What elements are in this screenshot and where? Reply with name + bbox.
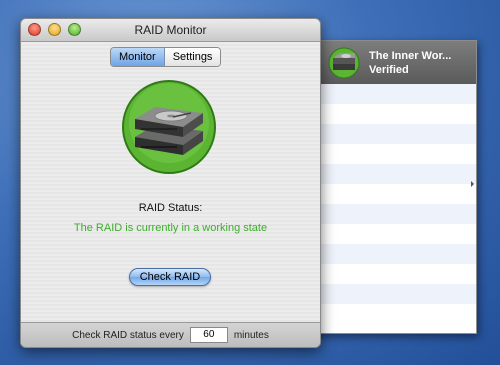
zoom-button[interactable] bbox=[68, 23, 81, 36]
list-row-empty bbox=[320, 104, 476, 124]
raid-drives-icon bbox=[122, 80, 216, 174]
raid-status-message: The RAID is currently in a working state bbox=[73, 222, 268, 234]
interval-minutes-field[interactable]: 60 bbox=[189, 327, 228, 343]
list-row-empty bbox=[320, 264, 476, 284]
hard-drive-icon bbox=[328, 47, 360, 78]
minimize-button[interactable] bbox=[48, 23, 61, 36]
interval-suffix-label: minutes bbox=[233, 329, 269, 341]
window-controls bbox=[28, 23, 81, 36]
tab-settings[interactable]: Settings bbox=[164, 48, 221, 66]
title-bar[interactable]: RAID Monitor bbox=[21, 19, 320, 42]
list-row-empty bbox=[320, 244, 476, 264]
list-row-empty bbox=[320, 124, 476, 144]
raid-status: Verified bbox=[369, 63, 409, 76]
raid-list-item-selected[interactable]: The Inner Wor... Verified bbox=[320, 41, 476, 84]
list-row-empty bbox=[320, 204, 476, 224]
list-row-empty bbox=[320, 284, 476, 304]
list-row-empty bbox=[320, 184, 476, 204]
interval-prefix-label: Check RAID status every bbox=[72, 329, 184, 341]
raid-list-drawer: The Inner Wor... Verified bbox=[300, 40, 477, 334]
tab-monitor[interactable]: Monitor bbox=[111, 48, 165, 66]
list-row-empty bbox=[320, 164, 476, 184]
close-button[interactable] bbox=[28, 23, 41, 36]
raid-monitor-window: RAID Monitor Monitor Settings RAID Statu… bbox=[20, 18, 321, 348]
list-row-empty bbox=[320, 84, 476, 104]
raid-status-label: RAID Status: bbox=[138, 202, 203, 214]
check-raid-button[interactable]: Check RAID bbox=[129, 268, 211, 286]
view-segmented-control: Monitor Settings bbox=[110, 47, 222, 67]
check-interval-bar: Check RAID status every 60 minutes bbox=[21, 322, 320, 347]
monitor-pane: Monitor Settings RAID Status: The RAID i… bbox=[21, 42, 320, 323]
window-title: RAID Monitor bbox=[134, 23, 207, 37]
list-row-empty bbox=[320, 144, 476, 164]
drawer-resize-handle[interactable] bbox=[471, 181, 474, 187]
list-row-empty bbox=[320, 224, 476, 244]
list-row-empty bbox=[320, 304, 476, 324]
raid-name: The Inner Wor... bbox=[369, 49, 452, 62]
